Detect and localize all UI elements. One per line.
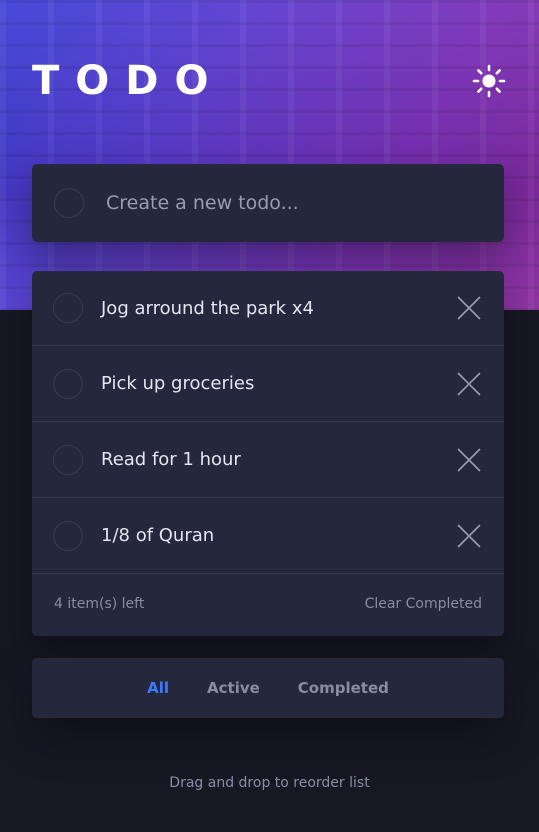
todo-item[interactable]: Jog arround the park x4 [32,271,504,346]
todo-check-circle[interactable] [53,444,83,475]
items-left-count: 4 item(s) left [54,596,145,612]
filter-active[interactable]: Active [207,679,260,697]
todo-item[interactable]: Read for 1 hour [32,422,504,498]
filter-bar: All Active Completed [32,658,504,718]
app-title: TODO [32,58,225,104]
todo-text: Read for 1 hour [101,449,241,470]
todo-check-circle[interactable] [53,368,83,399]
filter-all[interactable]: All [147,679,169,697]
todo-item[interactable]: 1/8 of Quran [32,498,504,574]
new-todo-input[interactable] [106,192,486,214]
new-todo-check-circle[interactable] [54,188,84,218]
header: TODO [32,56,506,106]
todo-text: Pick up groceries [101,373,255,394]
new-todo-bar [32,164,504,242]
reorder-hint: Drag and drop to reorder list [169,775,370,791]
clear-completed-button[interactable]: Clear Completed [365,596,482,612]
sun-icon[interactable] [472,64,506,98]
todo-check-circle[interactable] [53,293,83,323]
todo-check-circle[interactable] [53,520,83,551]
todo-item[interactable]: Pick up groceries [32,346,504,422]
todo-list: Jog arround the park x4 Pick up grocerie… [32,271,504,636]
close-icon[interactable] [456,295,482,321]
close-icon[interactable] [456,371,482,397]
close-icon[interactable] [456,447,482,473]
todo-text: 1/8 of Quran [101,525,215,546]
todo-text: Jog arround the park x4 [101,297,314,319]
filter-completed[interactable]: Completed [298,679,389,697]
hero-background [0,0,539,310]
close-icon[interactable] [456,523,482,549]
list-footer: 4 item(s) left Clear Completed [32,574,504,634]
